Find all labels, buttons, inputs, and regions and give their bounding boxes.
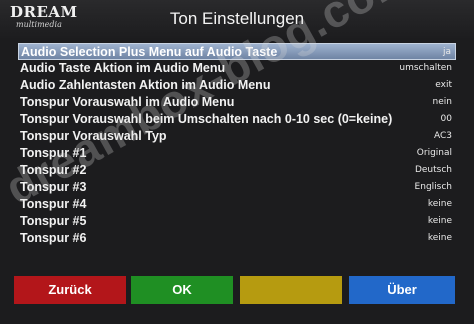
setting-value: Deutsch [414,165,452,175]
setting-value: nein [432,97,452,107]
setting-value: keine [427,216,452,226]
setting-label: Audio Zahlentasten Aktion im Audio Menu [20,78,271,92]
setting-value: umschalten [399,63,452,73]
setting-label: Audio Taste Aktion im Audio Menu [20,61,226,75]
yellow-button[interactable] [240,276,342,304]
setting-label: Tonspur Vorauswahl Typ [20,129,167,143]
setting-value: AC3 [433,131,452,141]
page-title: Ton Einstellungen [169,9,305,28]
green-ok-button[interactable]: OK [131,276,233,304]
setting-row-tonspur-vorauswahl-typ[interactable]: Tonspur Vorauswahl Typ AC3 [18,128,456,145]
setting-row-audio-selection-plus[interactable]: Audio Selection Plus Menu auf Audio Tast… [18,43,456,60]
setting-value: Original [416,148,452,158]
setting-value: keine [427,199,452,209]
setting-value: ja [442,47,451,57]
blue-about-button[interactable]: Über [349,276,455,304]
setting-label: Audio Selection Plus Menu auf Audio Tast… [21,45,278,59]
setting-row-tonspur-vorauswahl-umschalten[interactable]: Tonspur Vorauswahl beim Umschalten nach … [18,111,456,128]
setting-value: exit [435,80,452,90]
setting-label: Tonspur #5 [20,214,87,228]
setting-label: Tonspur #2 [20,163,87,177]
setting-label: Tonspur #4 [20,197,87,211]
setting-value: keine [427,233,452,243]
osd-window: DREAM multimedia Ton Einstellungen Audio… [0,0,474,324]
setting-label: Tonspur #3 [20,180,87,194]
setting-row-tonspur-3[interactable]: Tonspur #3 Englisch [18,179,456,196]
setting-row-tonspur-4[interactable]: Tonspur #4 keine [18,196,456,213]
color-button-bar: Zurück OK Über [0,276,474,304]
setting-label: Tonspur #1 [20,146,87,160]
setting-row-tonspur-2[interactable]: Tonspur #2 Deutsch [18,162,456,179]
setting-row-zahlentasten-aktion[interactable]: Audio Zahlentasten Aktion im Audio Menu … [18,77,456,94]
red-back-button[interactable]: Zurück [14,276,126,304]
setting-row-tonspur-5[interactable]: Tonspur #5 keine [18,213,456,230]
setting-row-tonspur-6[interactable]: Tonspur #6 keine [18,230,456,247]
setting-label: Tonspur Vorauswahl beim Umschalten nach … [20,112,393,126]
setting-row-audio-taste-aktion[interactable]: Audio Taste Aktion im Audio Menu umschal… [18,60,456,77]
setting-value: 00 [440,114,452,124]
setting-row-tonspur-vorauswahl-menu[interactable]: Tonspur Vorauswahl im Audio Menu nein [18,94,456,111]
settings-list: Audio Selection Plus Menu auf Audio Tast… [18,43,456,247]
setting-label: Tonspur #6 [20,231,87,245]
setting-row-tonspur-1[interactable]: Tonspur #1 Original [18,145,456,162]
setting-label: Tonspur Vorauswahl im Audio Menu [20,95,235,109]
setting-value: Englisch [414,182,452,192]
